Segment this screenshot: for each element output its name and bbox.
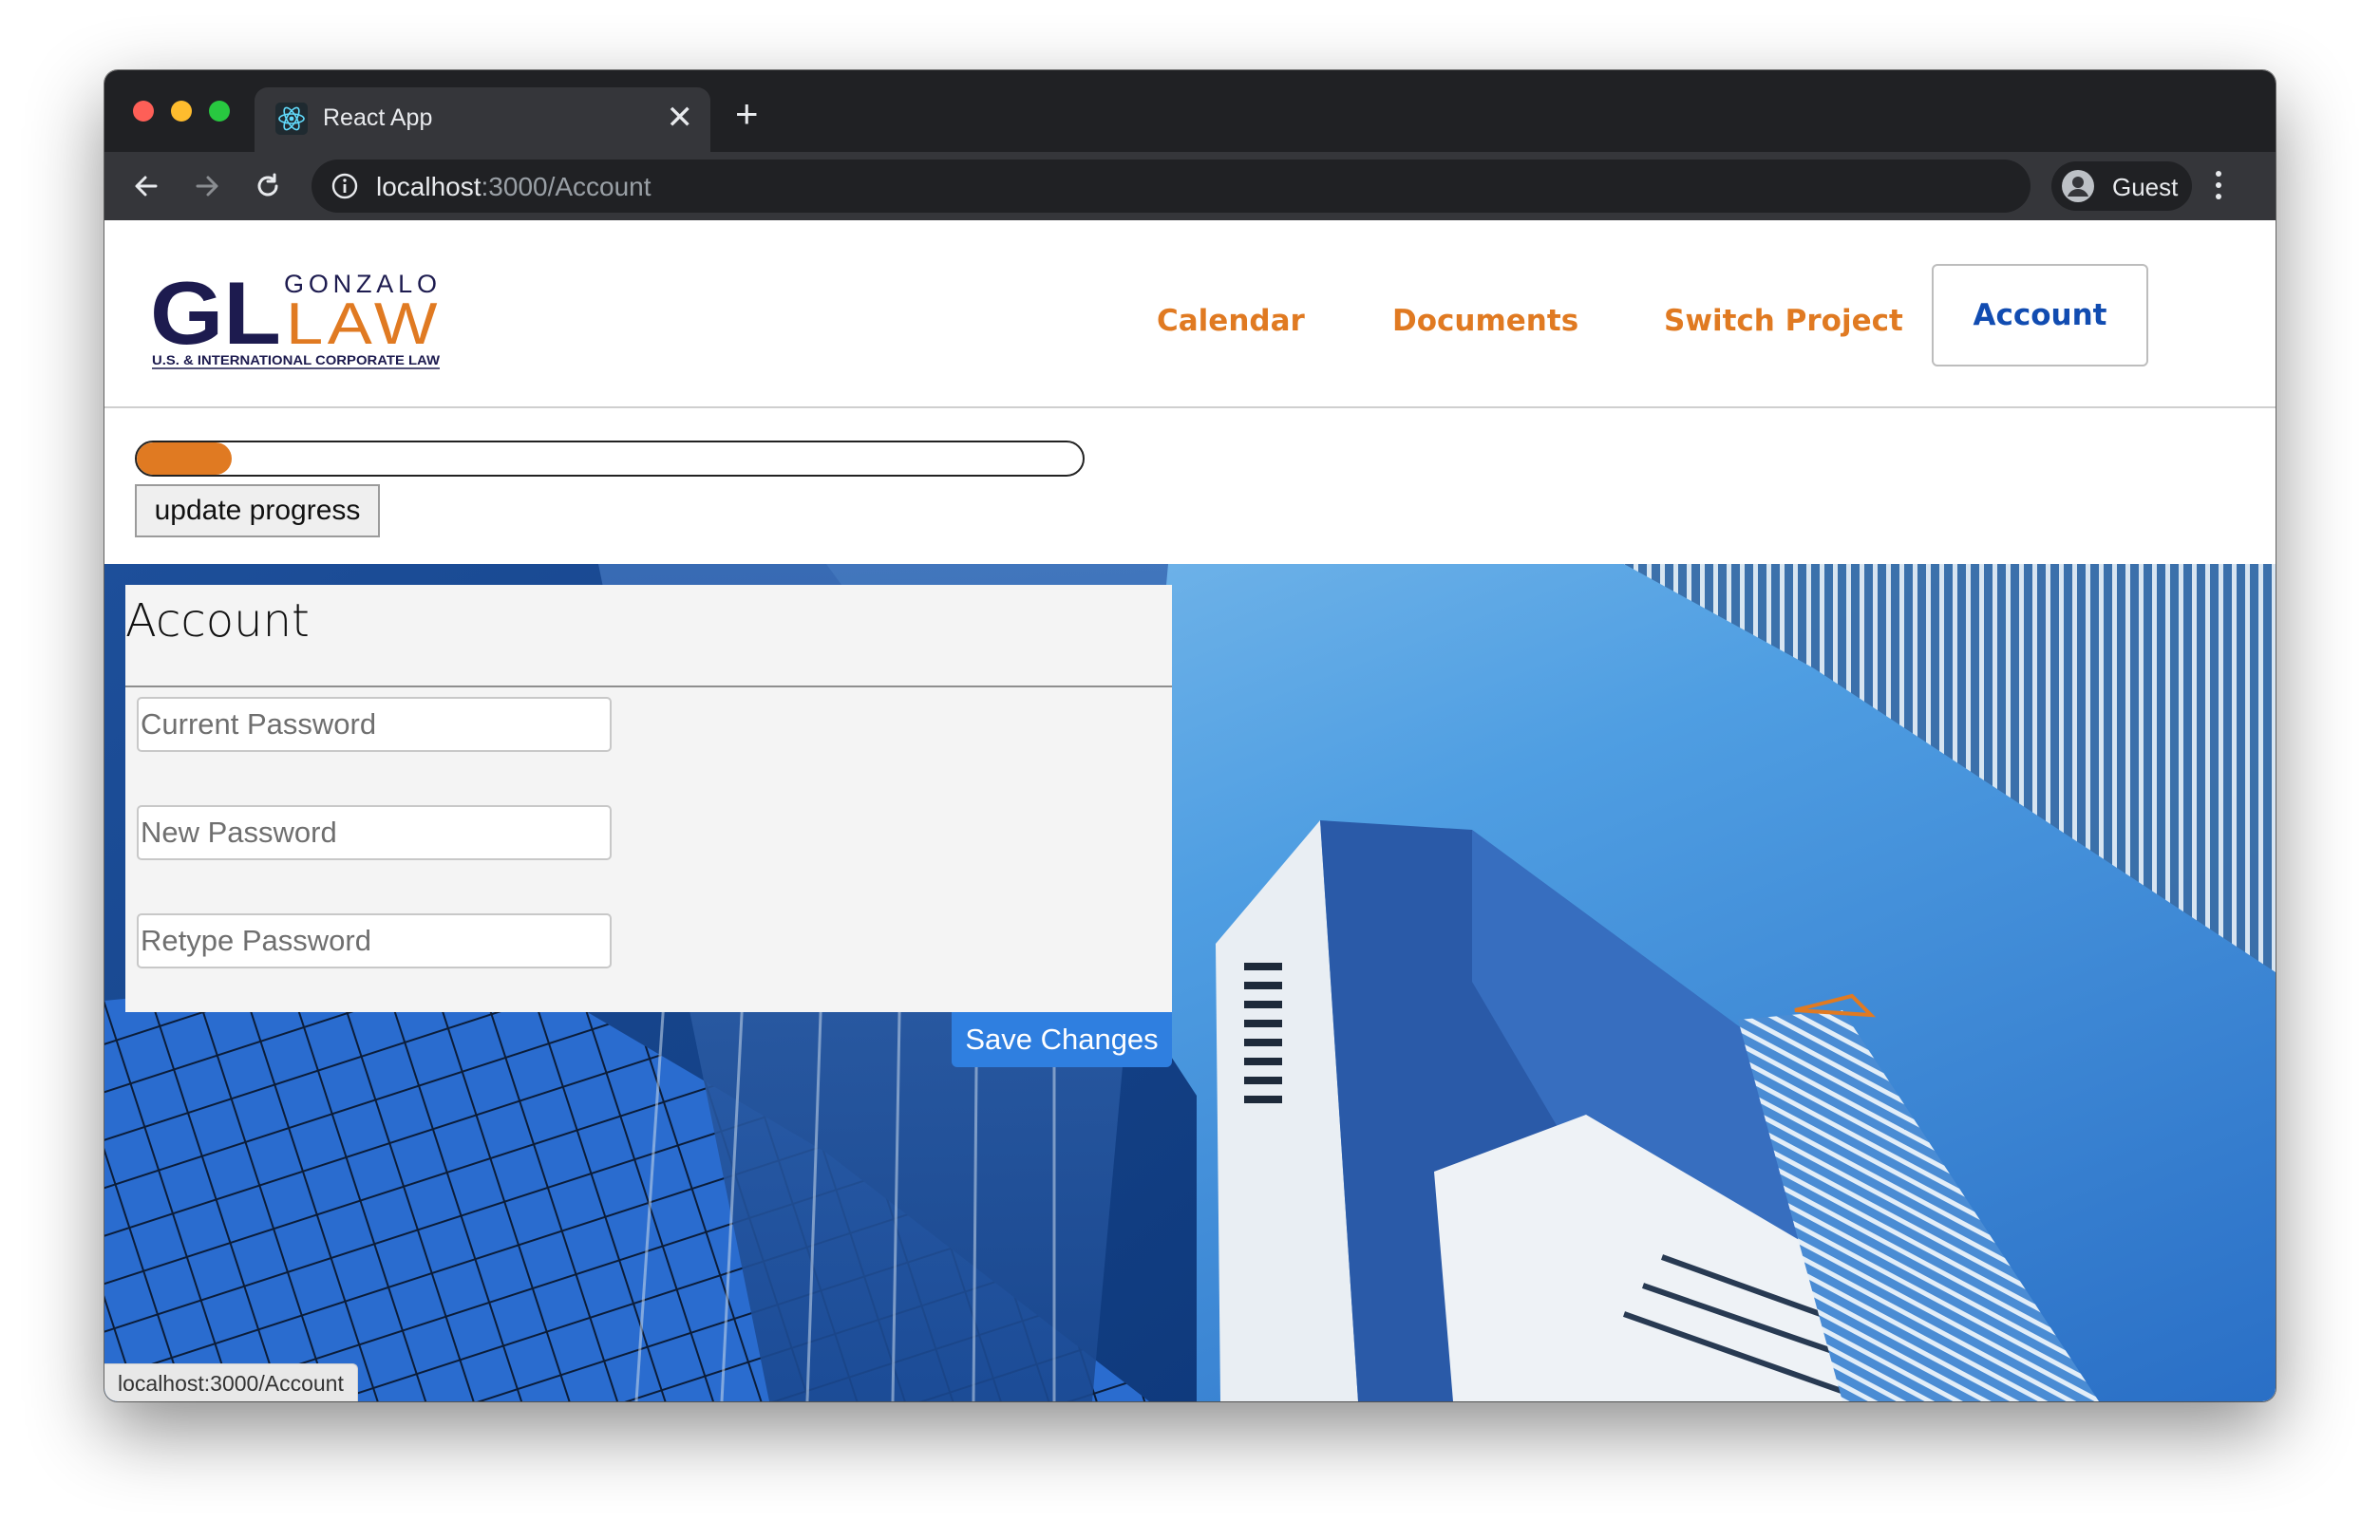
- close-window-button[interactable]: [133, 101, 154, 122]
- reload-button[interactable]: [247, 165, 289, 207]
- react-icon: [275, 103, 308, 135]
- tab-title: React App: [323, 104, 433, 131]
- title-bar: React App ✕ +: [104, 70, 2276, 152]
- new-tab-button[interactable]: +: [735, 93, 759, 135]
- browser-window: React App ✕ + localhost:3000/Account Gue…: [104, 70, 2276, 1401]
- url-path: :3000/Account: [481, 172, 652, 201]
- nav-switch-project[interactable]: Switch Project: [1664, 304, 1903, 338]
- forward-button[interactable]: [186, 165, 228, 207]
- nav-calendar[interactable]: Calendar: [1157, 304, 1305, 338]
- progress-fill: [137, 442, 232, 475]
- svg-text:U.S. & INTERNATIONAL CORPORATE: U.S. & INTERNATIONAL CORPORATE LAW: [152, 353, 440, 367]
- update-progress-button[interactable]: update progress: [135, 484, 380, 537]
- new-password-input[interactable]: [137, 805, 612, 860]
- nav-account[interactable]: Account: [1932, 264, 2148, 366]
- profile-button[interactable]: Guest: [2051, 161, 2192, 211]
- svg-text:GL: GL: [150, 264, 281, 363]
- forward-arrow-icon: [196, 176, 218, 197]
- svg-text:LAW: LAW: [286, 291, 442, 357]
- save-changes-button[interactable]: Save Changes: [952, 1012, 1172, 1067]
- avatar-icon: [2062, 170, 2094, 202]
- browser-tab[interactable]: React App ✕: [255, 87, 710, 152]
- status-bar-url: localhost:3000/Account: [104, 1363, 358, 1401]
- page-content: GL GONZALO LAW U.S. & INTERNATIONAL CORP…: [104, 220, 2276, 1401]
- profile-label: Guest: [2112, 173, 2179, 201]
- tab-close-icon[interactable]: ✕: [667, 99, 694, 137]
- company-logo[interactable]: GL GONZALO LAW U.S. & INTERNATIONAL CORP…: [150, 264, 444, 370]
- back-button[interactable]: [125, 165, 167, 207]
- info-icon[interactable]: [331, 172, 359, 200]
- reload-icon: [257, 173, 278, 197]
- browser-toolbar: localhost:3000/Account Guest: [104, 152, 2276, 220]
- account-divider: [125, 685, 1172, 687]
- current-password-input[interactable]: [137, 697, 612, 752]
- progress-section: update progress: [104, 410, 2276, 564]
- url-text: localhost:3000/Account: [376, 172, 652, 202]
- progress-bar: [135, 441, 1085, 477]
- site-header: GL GONZALO LAW U.S. & INTERNATIONAL CORP…: [104, 220, 2276, 408]
- address-bar[interactable]: localhost:3000/Account: [312, 160, 2031, 213]
- zoom-window-button[interactable]: [209, 101, 230, 122]
- nav-documents[interactable]: Documents: [1392, 304, 1578, 338]
- account-title: Account: [125, 594, 310, 648]
- account-panel: Account: [125, 585, 1172, 1012]
- url-host: localhost: [376, 172, 482, 201]
- back-arrow-icon: [135, 176, 158, 197]
- minimize-window-button[interactable]: [171, 101, 192, 122]
- retype-password-input[interactable]: [137, 913, 612, 968]
- more-menu-icon[interactable]: [2207, 165, 2230, 207]
